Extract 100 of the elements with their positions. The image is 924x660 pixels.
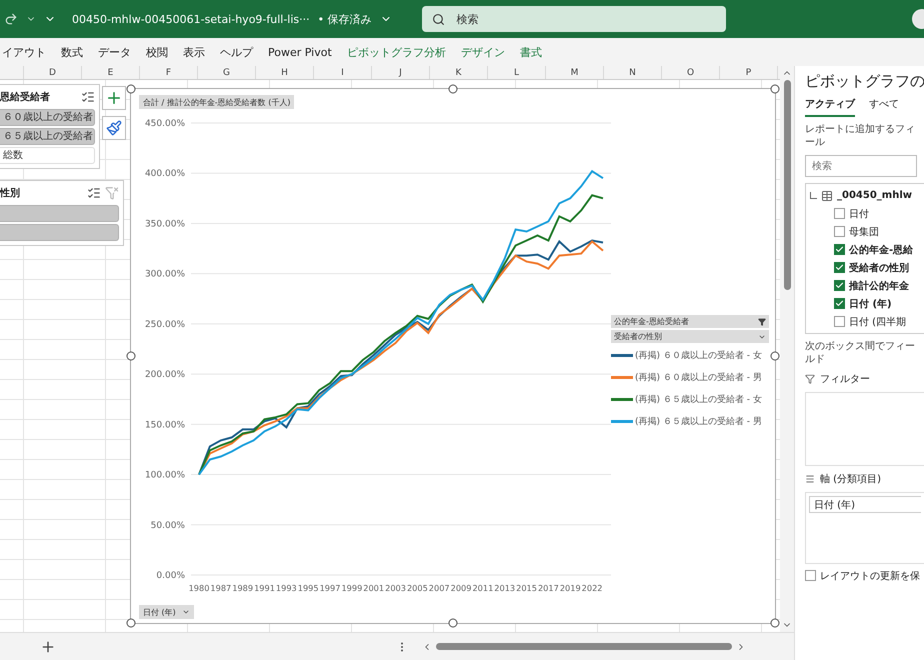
resize-handle[interactable] — [126, 352, 136, 360]
resize-handle[interactable] — [770, 618, 780, 628]
field-checkbox[interactable] — [834, 298, 845, 309]
search-placeholder: 検索 — [456, 12, 479, 26]
column-header[interactable]: K — [430, 66, 488, 79]
multi-select-icon[interactable] — [81, 90, 95, 104]
legend-field-button[interactable]: 公的年金-恩給受給者 — [611, 315, 769, 328]
slicer-item[interactable]: ６０歳以上の受給者 — [0, 109, 95, 126]
field-label[interactable]: 公的年金-恩給 — [849, 242, 914, 256]
save-status[interactable]: • 保存済み — [318, 12, 372, 26]
axis-tick-label: 1989 — [232, 583, 254, 593]
axis-tick-label: 0.00% — [156, 571, 185, 581]
brush-button[interactable] — [102, 116, 126, 140]
ribbon-tab[interactable]: 書式 — [520, 44, 542, 60]
axis-tick-label: 2017 — [538, 583, 559, 593]
ribbon-tab[interactable]: データ — [98, 44, 131, 60]
field-label[interactable]: 母集団 — [849, 224, 879, 238]
field-label[interactable]: 推計公的年金 — [849, 278, 909, 292]
resize-handle[interactable] — [126, 618, 136, 628]
collapse-icon[interactable] — [810, 192, 817, 199]
column-header[interactable]: E — [82, 66, 140, 79]
column-header[interactable]: M — [546, 66, 604, 79]
field-label[interactable]: 日付 — [849, 206, 869, 220]
slicer-title: 恩給受給者 — [0, 90, 51, 104]
search-icon — [432, 12, 445, 26]
field-label[interactable]: 日付 (年) — [849, 296, 892, 310]
field-search[interactable]: 検索 — [805, 155, 917, 177]
ribbon-tab[interactable]: 数式 — [61, 44, 83, 60]
legend-field-button[interactable]: 受給者の性別 — [611, 330, 769, 343]
add-sheet-button[interactable] — [40, 638, 56, 654]
field-checkbox[interactable] — [834, 280, 845, 291]
pane-tab[interactable]: すべて — [869, 97, 899, 117]
axis-tick-label: 2022 — [582, 583, 602, 593]
defer-checkbox[interactable] — [805, 570, 816, 581]
column-header[interactable]: J — [372, 66, 430, 79]
legend-label: (再掲) ６５歳以上の受給者 - 女 — [635, 394, 762, 406]
column-header[interactable]: D — [24, 66, 82, 79]
scrollbar-thumb[interactable] — [784, 80, 790, 290]
redo-icon[interactable] — [4, 12, 18, 26]
field-checkbox[interactable] — [834, 226, 845, 237]
resize-handle[interactable] — [126, 84, 136, 94]
column-header[interactable]: I — [314, 66, 372, 79]
column-header[interactable]: G — [198, 66, 256, 79]
value-field-button[interactable]: 合計 / 推計公的年金-恩給受給者数 (千人) — [139, 95, 294, 109]
area-title: フィルター — [820, 373, 870, 386]
column-header[interactable]: P — [720, 66, 778, 79]
pane-tab[interactable]: アクティブ — [805, 97, 855, 117]
ribbon-tab[interactable]: ピボットグラフ分析 — [346, 44, 446, 60]
axis-tick-label: 2013 — [494, 583, 516, 593]
legend-label: (再掲) ６５歳以上の受給者 - 男 — [635, 416, 762, 428]
field-checkbox[interactable] — [834, 316, 845, 327]
brush-icon — [106, 120, 122, 136]
column-header[interactable]: H — [256, 66, 314, 79]
slicer-item[interactable]: 総数 — [0, 147, 95, 164]
column-header[interactable]: L — [488, 66, 546, 79]
axis-tick-label: 2001 — [363, 583, 384, 593]
field-checkbox[interactable] — [834, 244, 845, 255]
add-button[interactable] — [102, 86, 126, 110]
resize-handle[interactable] — [770, 352, 780, 360]
resize-handle[interactable] — [448, 84, 458, 94]
ribbon-tab[interactable]: Power Pivot — [268, 46, 332, 58]
axis-tick-label: 2011 — [472, 583, 494, 593]
column-header[interactable]: N — [604, 66, 662, 79]
legend-line-icon — [611, 376, 633, 378]
axis-tick-label: 450.00% — [144, 119, 185, 129]
axis-tick-label: 350.00% — [144, 219, 185, 230]
rows-icon — [805, 474, 815, 484]
search-field[interactable]: 検索 — [422, 6, 726, 32]
area-field[interactable]: 日付 (年) — [809, 496, 921, 513]
slicer-item[interactable]: ６５歳以上の受給者 — [0, 128, 95, 145]
legend-line-icon — [611, 354, 633, 356]
column-header[interactable]: F — [140, 66, 198, 79]
field-label[interactable]: 日付 (四半期 — [849, 314, 906, 328]
pane-title: ピボットグラフの — [805, 72, 924, 91]
plus-icon — [105, 89, 123, 107]
multi-select-icon[interactable] — [87, 186, 101, 200]
table-name[interactable]: _00450_mhlw — [837, 190, 912, 201]
legend-label: (再掲) ６０歳以上の受給者 - 男 — [635, 372, 762, 384]
resize-handle[interactable] — [448, 618, 458, 628]
field-checkbox[interactable] — [834, 262, 845, 273]
axis-tick-label: 50.00% — [150, 520, 185, 531]
scrollbar-thumb[interactable] — [436, 643, 732, 650]
axis-tick-label: 2005 — [406, 583, 428, 593]
axis-tick-label: 1997 — [320, 583, 340, 593]
field-label[interactable]: 受給者の性別 — [849, 260, 909, 274]
column-header[interactable]: O — [662, 66, 720, 79]
axis-area[interactable]: 日付 (年) — [805, 492, 924, 564]
resize-handle[interactable] — [770, 84, 780, 94]
axis-tick-label: 150.00% — [144, 420, 185, 430]
ribbon-tab[interactable]: イアウト — [2, 44, 46, 60]
ribbon-tab[interactable]: 表示 — [183, 44, 205, 60]
axis-tick-label: 2003 — [385, 583, 406, 593]
dropdown-icon — [182, 608, 190, 616]
ribbon-tab[interactable]: ヘルプ — [220, 44, 253, 60]
axis-field-button[interactable]: 日付 (年) — [139, 605, 194, 619]
field-checkbox[interactable] — [834, 208, 845, 219]
ribbon-tab[interactable]: 校閲 — [146, 44, 168, 60]
axis-tick-label: 1995 — [298, 583, 319, 593]
axis-tick-label: 1991 — [254, 583, 275, 593]
ribbon-tab[interactable]: デザイン — [460, 44, 505, 60]
